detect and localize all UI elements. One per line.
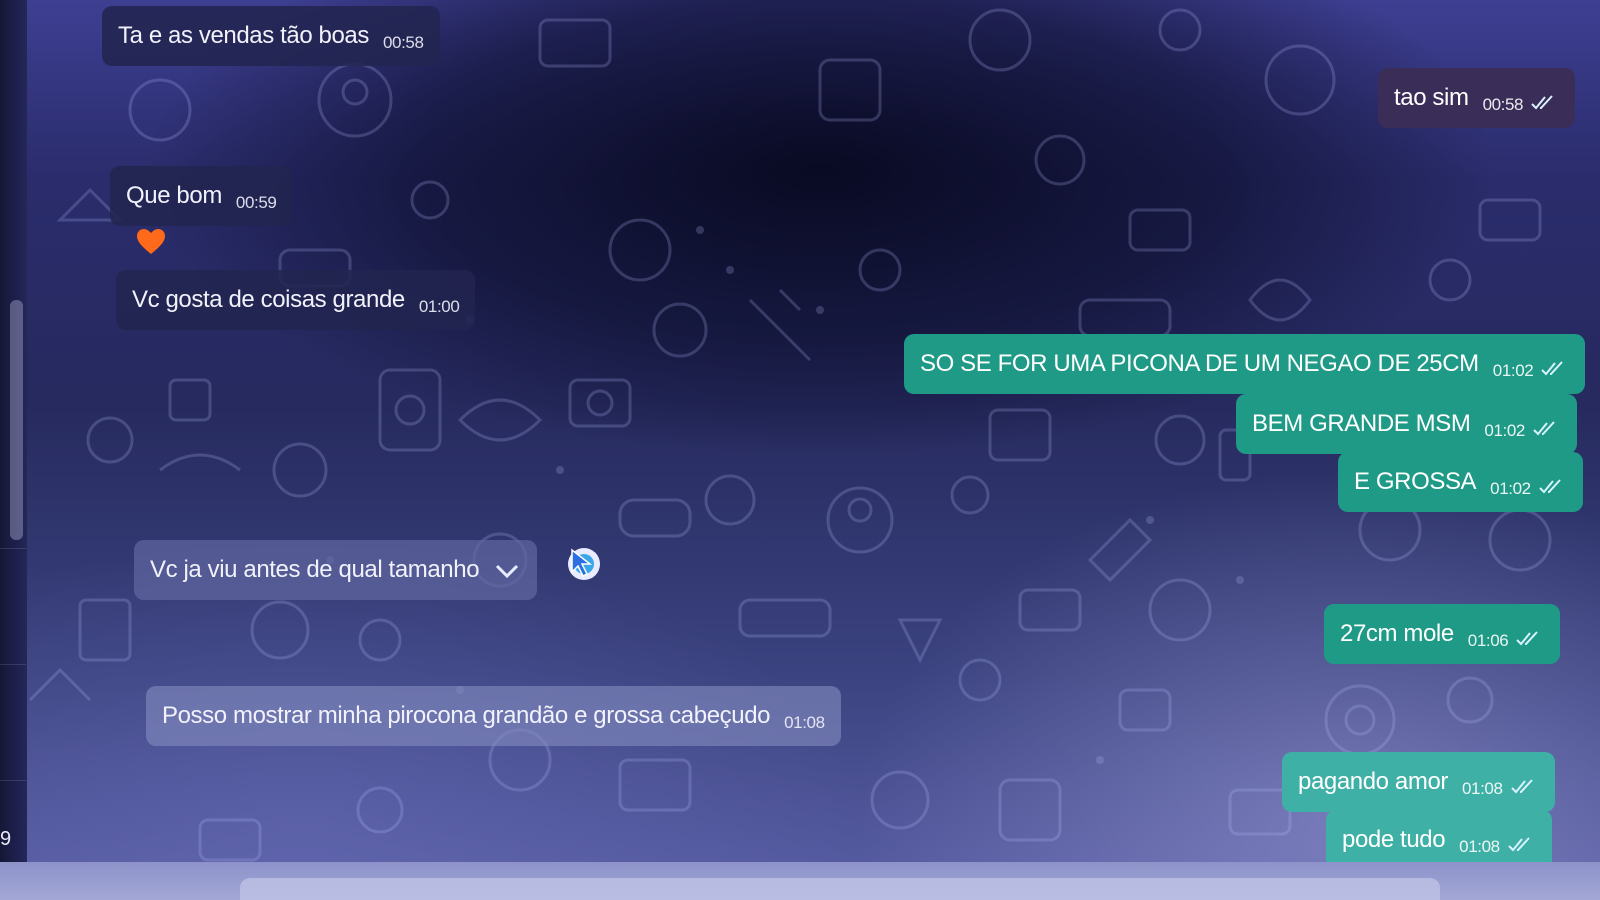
- message-time: 01:08: [1459, 837, 1500, 856]
- reaction-picker-icon[interactable]: [566, 546, 602, 582]
- message-time: 01:02: [1484, 421, 1525, 440]
- heart-icon[interactable]: [136, 228, 166, 256]
- message-bubble[interactable]: pagando amor 01:08: [1282, 752, 1555, 812]
- read-receipt-icon: [1541, 361, 1564, 376]
- sidebar-divider: [0, 664, 26, 665]
- message-text: pagando amor: [1298, 768, 1448, 795]
- message-time: 00:58: [382, 33, 424, 52]
- message-time: 01:02: [1490, 479, 1531, 498]
- message-bubble[interactable]: Vc ja viu antes de qual tamanho: [134, 540, 538, 600]
- message-text: Vc gosta de coisas grande: [132, 286, 405, 313]
- message-time: 01:06: [1467, 631, 1509, 650]
- message-text: SO SE FOR UMA PICONA DE UM NEGAO DE 25CM: [920, 350, 1479, 377]
- message-text: Ta e as vendas tão boas: [118, 22, 369, 49]
- read-receipt-icon: [1510, 779, 1533, 794]
- message-text: 27cm mole: [1340, 620, 1454, 647]
- sidebar-divider: [0, 780, 26, 781]
- message-time: 00:58: [1482, 95, 1524, 114]
- message-text: pode tudo: [1342, 826, 1446, 853]
- message-bubble[interactable]: Que bom 00:59: [110, 166, 293, 226]
- message-bubble[interactable]: 27cm mole 01:06: [1324, 604, 1561, 664]
- message-input[interactable]: [240, 878, 1440, 900]
- message-text: BEM GRANDE MSM: [1252, 410, 1471, 437]
- sidebar-divider: [0, 548, 26, 549]
- message-time: 01:08: [1461, 779, 1503, 798]
- message-text: Vc ja viu antes de qual tamanho: [150, 556, 480, 583]
- read-receipt-icon: [1533, 421, 1555, 436]
- message-bubble[interactable]: tao sim 00:58: [1378, 68, 1576, 128]
- message-time: 01:02: [1492, 361, 1534, 380]
- message-bubble[interactable]: BEM GRANDE MSM 01:02: [1236, 394, 1577, 454]
- message-text: tao sim: [1394, 84, 1469, 111]
- read-receipt-icon: [1508, 837, 1530, 852]
- message-time: 01:00: [418, 297, 460, 316]
- message-text: Que bom: [126, 182, 222, 209]
- message-bubble[interactable]: Posso mostrar minha piroconа grandão e g…: [146, 686, 841, 746]
- message-bubble[interactable]: Ta e as vendas tão boas 00:58: [102, 6, 440, 66]
- message-text: E GROSSA: [1354, 468, 1477, 495]
- message-bubble[interactable]: pode tudo 01:08: [1326, 810, 1552, 870]
- message-bubble[interactable]: Vc gosta de coisas grande 01:00: [116, 270, 476, 330]
- read-receipt-icon: [1531, 95, 1553, 110]
- message-time: 01:08: [784, 713, 825, 732]
- chat-screen: 9 Ta e as vendas tão boas 00:58 tao sim …: [0, 0, 1600, 900]
- read-receipt-icon: [1539, 479, 1561, 494]
- sidebar-partial-text: 9: [0, 828, 12, 850]
- message-bubble[interactable]: SO SE FOR UMA PICONA DE UM NEGAO DE 25CM…: [904, 334, 1586, 394]
- message-text: Posso mostrar minha piroconа grandão e g…: [162, 702, 771, 729]
- read-receipt-icon: [1516, 631, 1539, 646]
- chevron-down-icon[interactable]: [493, 562, 521, 580]
- message-bubble[interactable]: E GROSSA 01:02: [1338, 452, 1583, 512]
- message-time: 00:59: [235, 193, 277, 212]
- sidebar-scrollbar[interactable]: [10, 300, 23, 540]
